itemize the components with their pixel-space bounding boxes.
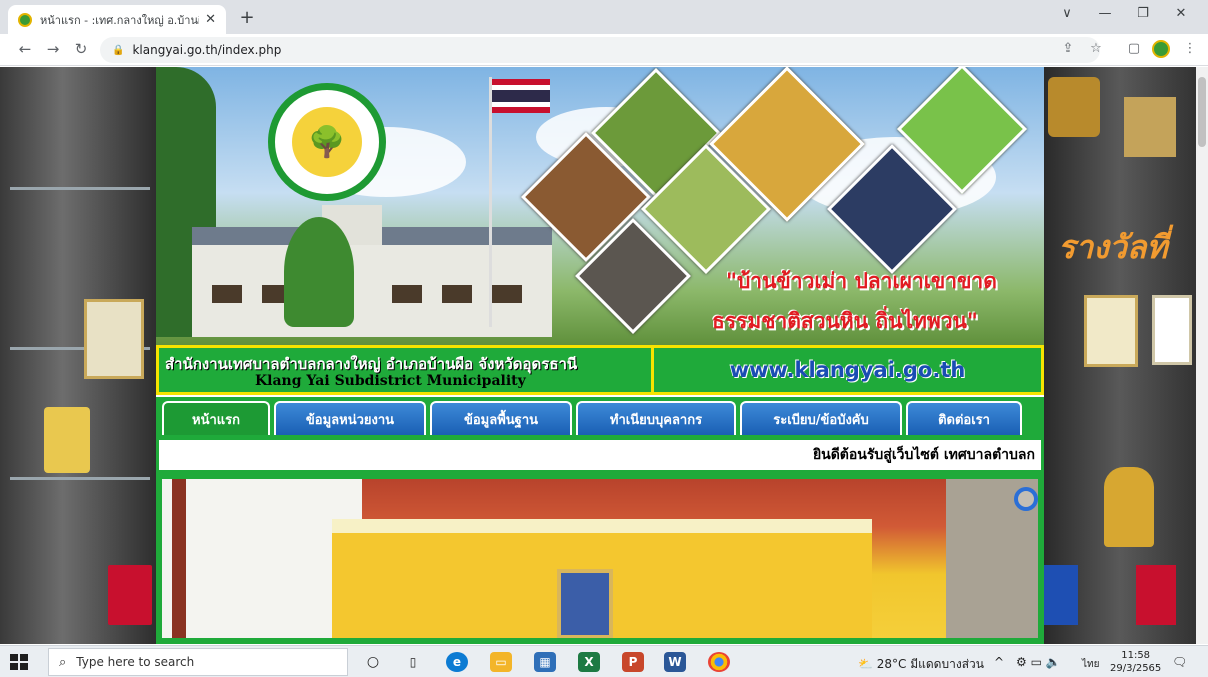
forward-arrow-icon[interactable]: →	[42, 40, 64, 58]
clock-time: 11:58	[1121, 650, 1151, 661]
task-view-icon[interactable]: ▯	[402, 652, 424, 672]
side-panel-icon[interactable]: ▢	[1124, 41, 1144, 56]
restore-button[interactable]: ❐	[1128, 6, 1158, 21]
address-bar[interactable]: 🔒 klangyai.go.th/index.php	[100, 37, 1100, 63]
chrome-icon[interactable]	[708, 652, 730, 672]
slider-pause-icon[interactable]	[1014, 487, 1038, 511]
cortana-icon[interactable]: ○	[362, 652, 384, 672]
tab-title: หน้าแรก - :เทศ.กลางใหญ่ อ.บ้านผือ จ.อ	[40, 13, 199, 27]
search-placeholder: Type here to search	[76, 655, 195, 669]
edge-icon[interactable]: e	[446, 652, 468, 672]
notification-icon[interactable]: 🗨	[1172, 655, 1187, 669]
nav-home[interactable]: หน้าแรก	[162, 401, 270, 435]
royal-portrait	[557, 569, 613, 638]
slogan-line-2: ธรรมชาติสวนหิน ถิ่นไทพวน"	[712, 309, 978, 333]
tab-strip: หน้าแรก - :เทศ.กลางใหญ่ อ.บ้านผือ จ.อ ✕ …	[0, 0, 1208, 34]
close-tab-icon[interactable]: ✕	[205, 12, 216, 27]
background-left-cabinet	[0, 67, 156, 644]
scrollbar-thumb[interactable]	[1198, 77, 1206, 147]
page-scrollbar[interactable]	[1196, 67, 1208, 644]
lock-icon: 🔒	[112, 44, 125, 56]
organization-name-bar: สำนักงานเทศบาลตำบลกลางใหญ่ อำเภอบ้านผือ …	[156, 345, 1044, 395]
tray-chevron-icon[interactable]: ^	[994, 655, 1004, 669]
new-tab-button[interactable]: +	[236, 7, 258, 28]
share-icon[interactable]: ⇪	[1058, 41, 1078, 56]
taskbar-search-box[interactable]: ⌕ Type here to search	[48, 648, 348, 676]
main-navigation: หน้าแรก ข้อมูลหน่วยงาน ข้อมูลพื้นฐาน ทำเ…	[156, 397, 1044, 437]
website-container: 🌳 "บ้านข้าวเม่า ปลาเผาเขาขาด ธรรมชาติสวน…	[156, 67, 1044, 644]
office-building-image	[192, 205, 552, 337]
website-url-text: www.klangyai.go.th	[729, 358, 966, 382]
photo-slider	[156, 473, 1044, 644]
nav-contact[interactable]: ติดต่อเรา	[906, 401, 1022, 435]
tab-search-icon[interactable]: ∨	[1052, 6, 1082, 21]
nav-personnel[interactable]: ทำเนียบบุคลากร	[576, 401, 736, 435]
profile-avatar[interactable]	[1152, 40, 1170, 58]
background-right-cabinet: รางวัลที่	[1044, 67, 1196, 644]
browser-tab[interactable]: หน้าแรก - :เทศ.กลางใหญ่ อ.บ้านผือ จ.อ ✕	[8, 5, 226, 34]
menu-dots-icon[interactable]: ⋮	[1180, 41, 1200, 56]
municipality-seal-logo: 🌳	[268, 83, 386, 201]
search-icon: ⌕	[59, 654, 67, 670]
input-language[interactable]: ไทย	[1082, 657, 1099, 672]
nav-regulations[interactable]: ระเบียบ/ข้อบังคับ	[740, 401, 902, 435]
nav-agency-info[interactable]: ข้อมูลหน่วยงาน	[274, 401, 426, 435]
bookmark-star-icon[interactable]: ☆	[1086, 41, 1106, 56]
tray-system-icons[interactable]: ⚙ ▭ 🔈	[1016, 655, 1061, 669]
powerpoint-icon[interactable]: P	[622, 652, 644, 672]
slogan-line-1: "บ้านข้าวเม่า ปลาเผาเขาขาด	[726, 269, 997, 293]
minimize-button[interactable]: —	[1090, 6, 1120, 21]
file-explorer-icon[interactable]: ▭	[490, 652, 512, 672]
windows-taskbar: ⌕ Type here to search ○ ▯ e ▭ ▦ X P W ⛅ …	[0, 645, 1208, 677]
excel-icon[interactable]: X	[578, 652, 600, 672]
thai-flag	[492, 79, 550, 113]
weather-icon: ⛅	[858, 657, 873, 671]
header-banner: 🌳 "บ้านข้าวเม่า ปลาเผาเขาขาด ธรรมชาติสวน…	[156, 67, 1044, 347]
reload-icon[interactable]: ↻	[70, 40, 92, 58]
windows-start-icon[interactable]	[10, 654, 28, 670]
org-name-english: Klang Yai Subdistrict Municipality	[255, 373, 526, 389]
weather-text: 28°C มีแดดบางส่วน	[876, 657, 984, 671]
word-icon[interactable]: W	[664, 652, 686, 672]
welcome-marquee: ยินดีต้อนรับสู่เว็บไซต์ เทศบาลตำบลก	[156, 437, 1044, 473]
marquee-text: ยินดีต้อนรับสู่เว็บไซต์ เทศบาลตำบลก	[159, 440, 1041, 470]
close-window-button[interactable]: ✕	[1166, 6, 1196, 21]
system-clock[interactable]: 11:58 29/3/2565	[1110, 649, 1161, 675]
back-arrow-icon[interactable]: ←	[14, 40, 36, 58]
weather-widget[interactable]: ⛅ 28°C มีแดดบางส่วน	[858, 655, 984, 674]
page-viewport: รางวัลที่ 🌳 "บ้านข้าวเม่า ปลาเผาเขาขาด ธ…	[0, 67, 1196, 644]
site-favicon-icon	[18, 12, 32, 27]
website-url-box: www.klangyai.go.th	[651, 348, 1041, 392]
browser-toolbar: ← → ↻ 🔒 klangyai.go.th/index.php ⇪ ☆ ▢ ⋮	[0, 34, 1208, 66]
store-icon[interactable]: ▦	[534, 652, 556, 672]
tree-icon: 🌳	[292, 107, 362, 177]
award-text: รางวัลที่	[1058, 228, 1168, 266]
url-text: klangyai.go.th/index.php	[132, 43, 282, 57]
nav-basic-info[interactable]: ข้อมูลพื้นฐาน	[430, 401, 572, 435]
slider-image	[162, 479, 1038, 638]
clock-date: 29/3/2565	[1110, 663, 1162, 674]
